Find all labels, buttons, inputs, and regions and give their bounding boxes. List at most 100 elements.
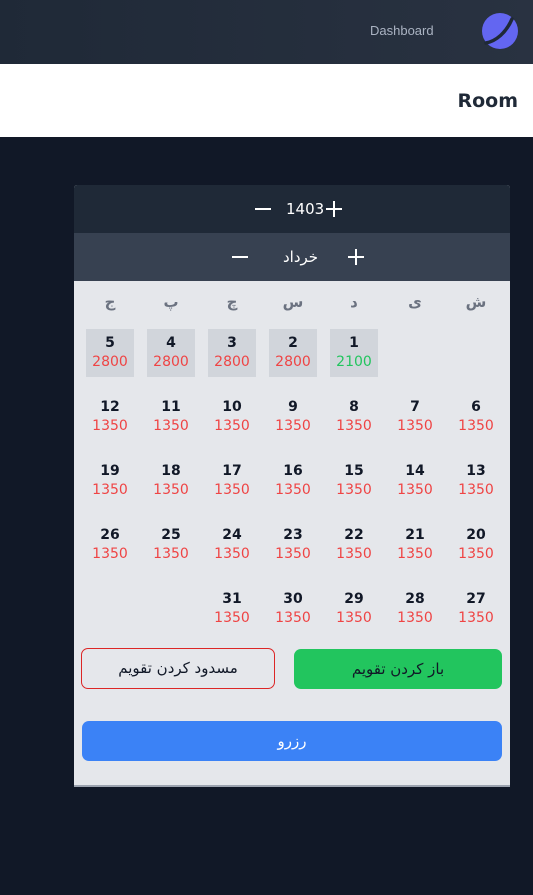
- calendar-day-cell[interactable]: 26 1350: [86, 521, 134, 569]
- calendar-panel: 1403 خرداد شیدسچپج 1 2100 2 2800 3 2800 4 2800 5…: [74, 185, 510, 787]
- day-number: 8: [349, 399, 359, 415]
- calendar-day-cell[interactable]: 22 1350: [330, 521, 378, 569]
- calendar-day-cell[interactable]: 12 1350: [86, 393, 134, 441]
- day-price: 1350: [397, 482, 433, 498]
- day-price: 1350: [336, 546, 372, 562]
- calendar-day-cell[interactable]: 21 1350: [391, 521, 439, 569]
- calendar-day-cell[interactable]: 8 1350: [330, 393, 378, 441]
- calendar-day-cell[interactable]: 7 1350: [391, 393, 439, 441]
- calendar-day-cell[interactable]: 25 1350: [147, 521, 195, 569]
- day-number: 2: [288, 335, 298, 351]
- minus-icon: [232, 256, 248, 258]
- open-calendar-button[interactable]: باز کردن تقویم: [294, 649, 502, 689]
- calendar-day-cell[interactable]: 18 1350: [147, 457, 195, 505]
- moon-logo-icon[interactable]: [482, 13, 518, 49]
- day-price: 1350: [92, 418, 128, 434]
- calendar-day-cell[interactable]: 29 1350: [330, 585, 378, 633]
- day-number: 29: [344, 591, 364, 607]
- calendar-day-cell[interactable]: 1 2100: [330, 329, 378, 377]
- calendar-day-cell[interactable]: 15 1350: [330, 457, 378, 505]
- day-price: 1350: [397, 418, 433, 434]
- block-calendar-button[interactable]: مسدود کردن تقویم: [81, 648, 275, 689]
- day-price: 1350: [214, 546, 250, 562]
- calendar-day-cell[interactable]: 2 2800: [269, 329, 317, 377]
- calendar-day-cell[interactable]: 30 1350: [269, 585, 317, 633]
- calendar-day-cell[interactable]: 19 1350: [86, 457, 134, 505]
- day-price: 1350: [458, 610, 494, 626]
- day-price: 1350: [458, 546, 494, 562]
- day-price: 1350: [275, 482, 311, 498]
- day-price: 1350: [214, 482, 250, 498]
- calendar-day-cell[interactable]: 9 1350: [269, 393, 317, 441]
- day-number: 7: [410, 399, 420, 415]
- top-navbar: Dashboard: [0, 0, 533, 64]
- dashboard-link[interactable]: Dashboard: [370, 23, 434, 38]
- day-number: 22: [344, 527, 364, 543]
- day-number: 13: [466, 463, 486, 479]
- minus-icon: [255, 208, 271, 210]
- day-number: 16: [283, 463, 303, 479]
- day-number: 4: [166, 335, 176, 351]
- day-price: 1350: [397, 610, 433, 626]
- calendar-day-cell[interactable]: 5 2800: [86, 329, 134, 377]
- day-number: 12: [100, 399, 120, 415]
- weekday-label: پ: [163, 293, 179, 311]
- day-number: 6: [471, 399, 481, 415]
- month-selector: خرداد: [74, 233, 510, 281]
- day-price: 1350: [458, 418, 494, 434]
- day-number: 19: [100, 463, 120, 479]
- calendar-day-cell[interactable]: 11 1350: [147, 393, 195, 441]
- day-price: 1350: [336, 418, 372, 434]
- day-price: 1350: [153, 418, 189, 434]
- calendar-day-cell[interactable]: 13 1350: [452, 457, 500, 505]
- day-number: 9: [288, 399, 298, 415]
- day-price: 1350: [92, 546, 128, 562]
- calendar-day-cell[interactable]: 20 1350: [452, 521, 500, 569]
- day-price: 1350: [397, 546, 433, 562]
- day-number: 15: [344, 463, 364, 479]
- day-price: 1350: [336, 482, 372, 498]
- day-price: 1350: [275, 610, 311, 626]
- day-number: 24: [222, 527, 242, 543]
- calendar-day-cell[interactable]: 17 1350: [208, 457, 256, 505]
- calendar-day-cell[interactable]: 3 2800: [208, 329, 256, 377]
- day-price: 2100: [336, 354, 372, 370]
- calendar-day-cell[interactable]: 28 1350: [391, 585, 439, 633]
- day-price: 1350: [214, 418, 250, 434]
- calendar-day-cell[interactable]: 4 2800: [147, 329, 195, 377]
- day-number: 10: [222, 399, 242, 415]
- day-number: 18: [161, 463, 181, 479]
- day-price: 1350: [214, 610, 250, 626]
- day-number: 21: [405, 527, 425, 543]
- year-selector: 1403: [74, 185, 510, 233]
- day-price: 1350: [153, 546, 189, 562]
- calendar-day-cell[interactable]: 16 1350: [269, 457, 317, 505]
- month-decrement-button[interactable]: [228, 245, 252, 269]
- calendar-day-cell[interactable]: 6 1350: [452, 393, 500, 441]
- day-number: 20: [466, 527, 486, 543]
- day-price: 2800: [153, 354, 189, 370]
- reserve-button[interactable]: رزرو: [82, 721, 502, 761]
- day-price: 2800: [275, 354, 311, 370]
- calendar-day-cell[interactable]: 14 1350: [391, 457, 439, 505]
- day-number: 23: [283, 527, 303, 543]
- calendar-day-cell[interactable]: 27 1350: [452, 585, 500, 633]
- calendar-day-cell[interactable]: 31 1350: [208, 585, 256, 633]
- day-number: 1: [349, 335, 359, 351]
- month-label: خرداد: [283, 248, 319, 266]
- day-price: 2800: [214, 354, 250, 370]
- day-number: 11: [161, 399, 181, 415]
- year-decrement-button[interactable]: [251, 197, 275, 221]
- calendar-day-cell[interactable]: 10 1350: [208, 393, 256, 441]
- day-price: 1350: [153, 482, 189, 498]
- weekday-label: ج: [104, 293, 116, 311]
- month-increment-button[interactable]: [344, 245, 368, 269]
- day-number: 25: [161, 527, 181, 543]
- calendar-day-cell[interactable]: 24 1350: [208, 521, 256, 569]
- day-number: 27: [466, 591, 486, 607]
- weekday-label: د: [350, 293, 358, 311]
- day-price: 1350: [336, 610, 372, 626]
- calendar-day-cell[interactable]: 23 1350: [269, 521, 317, 569]
- year-increment-button[interactable]: [322, 197, 346, 221]
- day-price: 1350: [275, 418, 311, 434]
